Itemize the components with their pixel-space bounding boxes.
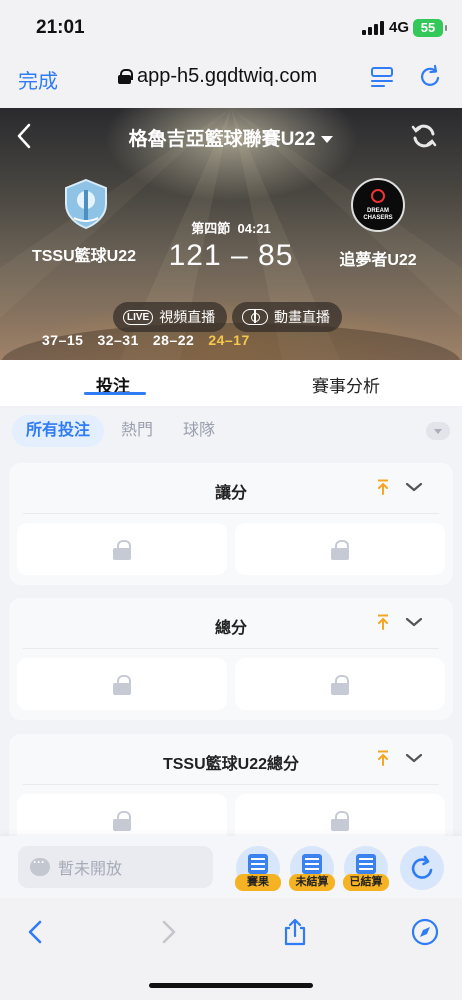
odds-cell xyxy=(17,523,227,575)
lock-icon xyxy=(113,540,131,560)
lock-icon xyxy=(113,675,131,695)
filter-popular[interactable]: 熱門 xyxy=(121,415,153,447)
receipt-icon xyxy=(356,854,376,874)
address-bar[interactable]: app-h5.gqdtwiq.com xyxy=(118,65,317,88)
market-card: 讓分 xyxy=(9,463,453,585)
home-team-name: TSSU籃球U22 xyxy=(31,248,137,265)
divider xyxy=(23,513,439,514)
home-indicator xyxy=(149,983,313,988)
results-label: 賽果 xyxy=(235,874,281,891)
chat-bubble-icon xyxy=(30,855,50,876)
chevron-down-icon[interactable] xyxy=(405,616,423,628)
settled-label: 已結算 xyxy=(343,874,389,891)
current-quarter-score: 24–17 xyxy=(208,332,250,348)
lock-icon xyxy=(113,811,131,831)
market-card: 總分 xyxy=(9,598,453,720)
network-type: 4G xyxy=(389,19,410,36)
live-icon: LIVE xyxy=(123,309,154,325)
animation-button[interactable]: 動畫直播 xyxy=(232,302,342,332)
status-time: 21:01 xyxy=(36,17,85,38)
period-label: 第四節 xyxy=(191,221,231,236)
live-video-button[interactable]: LIVE 視頻直播 xyxy=(113,302,228,332)
animation-label: 動畫直播 xyxy=(274,309,330,325)
refresh-button[interactable] xyxy=(400,846,444,890)
reload-icon[interactable] xyxy=(417,64,443,90)
settled-button[interactable]: 已結算 xyxy=(343,846,389,891)
reader-icon[interactable] xyxy=(369,64,395,90)
chevron-down-icon[interactable] xyxy=(405,752,423,764)
share-icon[interactable] xyxy=(281,918,309,946)
league-selector[interactable]: 格魯吉亞籃球聯賽U22 xyxy=(0,124,462,151)
back-icon[interactable] xyxy=(22,918,50,946)
url-text: app-h5.gqdtwiq.com xyxy=(137,65,318,87)
dropdown-caret-icon xyxy=(321,136,334,144)
quarter-score: 28–22 xyxy=(152,332,195,348)
quarter-scores: 37–15 32–31 28–22 24–17 xyxy=(42,332,250,348)
lock-icon xyxy=(331,811,349,831)
receipt-icon xyxy=(302,854,322,874)
live-video-label: 視頻直播 xyxy=(159,309,216,325)
lock-icon xyxy=(331,540,349,560)
pin-to-top-icon[interactable] xyxy=(377,614,389,630)
tab-analysis[interactable]: 賽事分析 xyxy=(312,372,380,397)
odds-cell xyxy=(235,658,445,710)
signal-icon xyxy=(362,21,384,35)
match-hero: 格魯吉亞籃球聯賽U22 DREAM CHASERS 第四節 04:21 121 … xyxy=(0,108,462,360)
pin-to-top-icon[interactable] xyxy=(377,479,389,495)
period-clock: 第四節 04:21 xyxy=(0,218,462,237)
chat-input[interactable]: 暫未開放 xyxy=(18,846,213,888)
chevron-down-icon[interactable] xyxy=(405,481,423,493)
collapse-all-icon[interactable] xyxy=(426,422,450,440)
results-icon xyxy=(248,854,268,874)
game-clock: 04:21 xyxy=(237,221,271,236)
active-tab-indicator xyxy=(84,392,146,395)
main-tabs: 投注 賽事分析 xyxy=(0,360,462,406)
done-button[interactable]: 完成 xyxy=(18,65,58,94)
filter-team[interactable]: 球隊 xyxy=(183,415,215,447)
odds-cell xyxy=(17,658,227,710)
unsettled-label: 未結算 xyxy=(289,874,335,891)
quarter-score: 37–15 xyxy=(42,332,84,348)
odds-cell xyxy=(235,523,445,575)
lock-icon xyxy=(118,69,133,84)
browser-top-chrome: 21:01 4G 55 完成 app-h5.gqdtwiq.com xyxy=(0,0,462,108)
refresh-icon xyxy=(411,855,433,879)
divider xyxy=(23,648,439,649)
refresh-icon[interactable] xyxy=(410,122,438,150)
court-icon xyxy=(242,309,268,325)
lock-icon xyxy=(331,675,349,695)
bottom-action-bar: 暫未開放 賽果 未結算 已結算 xyxy=(0,836,462,898)
unsettled-button[interactable]: 未結算 xyxy=(289,846,335,891)
league-title: 格魯吉亞籃球聯賽U22 xyxy=(128,129,316,150)
compass-icon[interactable] xyxy=(411,918,439,946)
chat-placeholder: 暫未開放 xyxy=(58,861,123,878)
quarter-score: 32–31 xyxy=(97,332,139,348)
battery-icon: 55 xyxy=(413,19,447,37)
divider xyxy=(23,784,439,785)
filter-bar: 所有投注 熱門 球隊 xyxy=(0,406,462,456)
results-button[interactable]: 賽果 xyxy=(235,846,281,891)
away-team-name: 追夢者U22 xyxy=(339,252,417,269)
filter-all[interactable]: 所有投注 xyxy=(12,415,105,447)
forward-icon[interactable] xyxy=(154,918,182,946)
pin-to-top-icon[interactable] xyxy=(377,750,389,766)
basketball-icon xyxy=(371,189,385,203)
